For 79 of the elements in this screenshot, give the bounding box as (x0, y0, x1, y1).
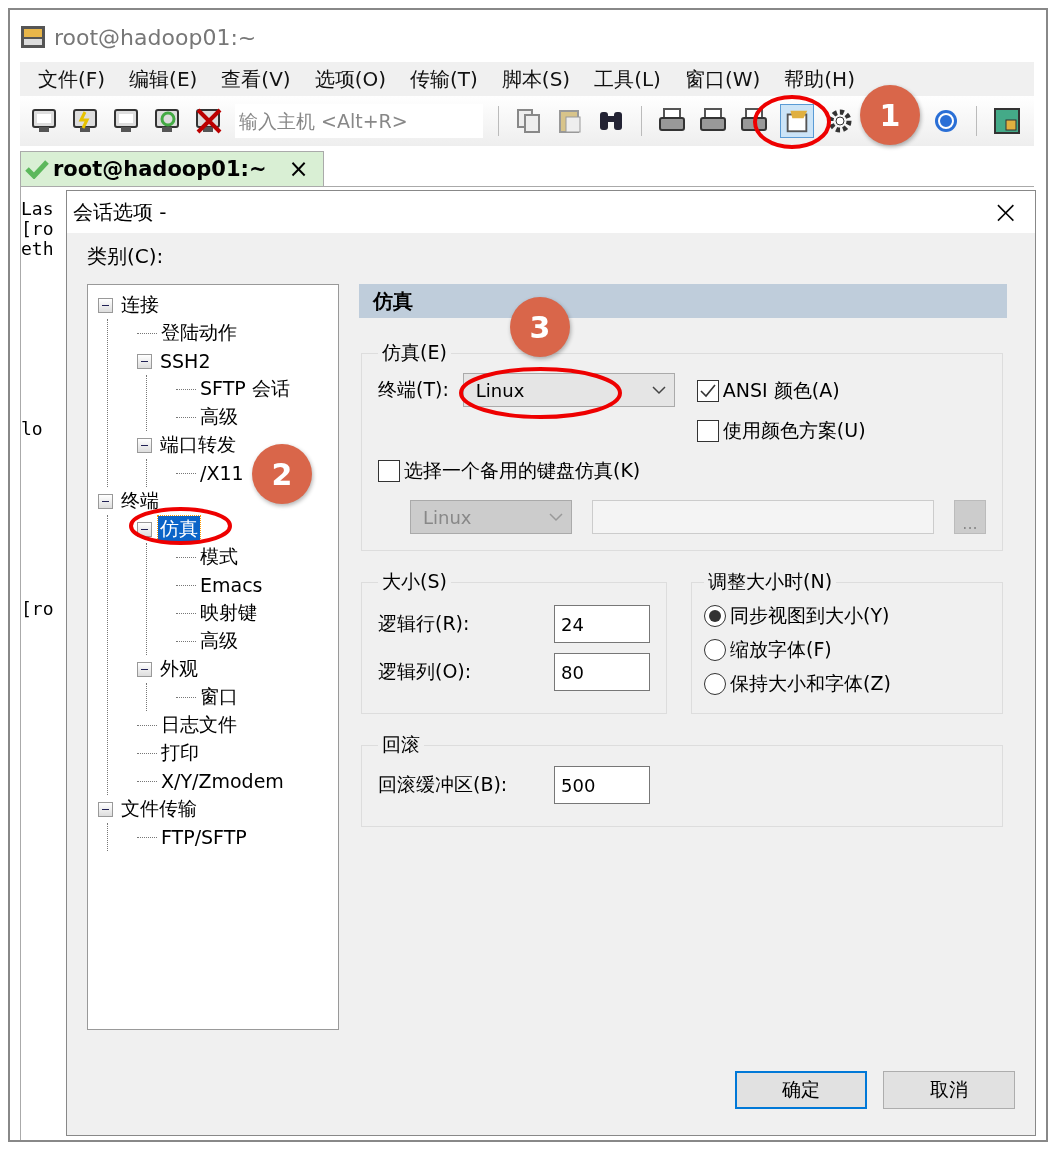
close-button[interactable]: × (992, 193, 1019, 231)
tree-item[interactable]: 终端 (119, 488, 161, 514)
tree-item[interactable]: 登陆动作 (159, 320, 239, 346)
tree-item[interactable]: 高级 (198, 628, 240, 654)
tree-item[interactable]: 映射键 (198, 600, 259, 626)
field-label: 回滚缓冲区(B): (378, 772, 508, 797)
tree-item[interactable]: 仿真 (158, 516, 200, 542)
radio-label: 缩放字体(F) (730, 637, 832, 662)
window-title: root@hadoop01:~ (54, 24, 257, 50)
group-label: 回滚 (381, 732, 421, 757)
field-label: 逻辑行(R): (378, 611, 470, 636)
checkbox[interactable] (696, 380, 719, 402)
ok-button[interactable]: 确定 (735, 1071, 867, 1109)
menu-item[interactable]: 编辑(E) (129, 65, 198, 93)
tree-item[interactable]: 高级 (198, 404, 240, 430)
tree-item[interactable]: 文件传输 (119, 796, 199, 822)
collapse-toggle[interactable] (98, 297, 113, 313)
terminal-line: [ro (21, 219, 54, 239)
close-tab-button[interactable]: × (288, 155, 309, 183)
tree-item[interactable]: 连接 (119, 292, 161, 318)
group-label: 仿真(E) (381, 340, 448, 365)
tree-item[interactable]: 打印 (159, 740, 201, 766)
checkmark-icon (25, 159, 49, 179)
menu-item[interactable]: 窗口(W) (684, 65, 761, 93)
number-field[interactable]: 80 (554, 653, 650, 691)
radio-button[interactable] (704, 673, 726, 695)
dialog-title: 会话选项 - (73, 198, 167, 226)
radio-label: 保持大小和字体(Z) (730, 671, 891, 696)
number-field[interactable]: 500 (554, 766, 650, 804)
session-tab[interactable]: root@hadoop01:~ × (20, 151, 324, 186)
terminal-line: lo (21, 419, 43, 439)
collapse-toggle[interactable] (137, 437, 152, 453)
disconnect-icon[interactable] (194, 106, 224, 136)
checkbox-label: 使用颜色方案(U) (722, 418, 866, 443)
tree-item[interactable]: SSH2 (158, 350, 213, 372)
chevron-down-icon (651, 385, 666, 395)
tree-item[interactable]: 模式 (198, 544, 240, 570)
tree-item[interactable]: 窗口 (198, 684, 240, 710)
collapse-toggle[interactable] (98, 493, 113, 509)
collapse-toggle[interactable] (137, 353, 152, 369)
number-field[interactable]: 24 (554, 605, 650, 643)
session-options-button[interactable] (780, 104, 814, 138)
menu-item[interactable]: 查看(V) (221, 65, 291, 93)
menu-item[interactable]: 传输(T) (410, 65, 478, 93)
tree-item[interactable]: FTP/SFTP (159, 826, 249, 848)
cancel-button[interactable]: 取消 (883, 1071, 1015, 1109)
field-label: 终端(T): (378, 377, 449, 402)
collapse-toggle[interactable] (98, 801, 113, 817)
terminal-line: [ro (21, 599, 54, 619)
checkbox[interactable] (696, 420, 719, 442)
menu-item[interactable]: 选项(O) (314, 65, 386, 93)
checkbox-label: 选择一个备用的键盘仿真(K) (404, 458, 641, 483)
tree-item[interactable]: 端口转发 (158, 432, 238, 458)
menu-item[interactable]: 脚本(S) (501, 65, 571, 93)
menu-item[interactable]: 工具(L) (594, 65, 661, 93)
tree-item[interactable]: Emacs (198, 574, 265, 596)
category-label: 类别(C): (87, 243, 165, 270)
terminal-dropdown[interactable]: Linux (462, 373, 675, 407)
tree-item[interactable]: X/Y/Zmodem (159, 770, 286, 792)
group-label: 调整大小时(N) (707, 569, 834, 594)
tree-item[interactable]: 外观 (158, 656, 200, 682)
terminal-line: Las (21, 199, 54, 219)
radio-label: 同步视图到大小(Y) (730, 603, 890, 628)
group-label: 大小(S) (381, 569, 448, 594)
menu-item[interactable]: 帮助(H) (784, 65, 855, 93)
chevron-down-icon (549, 512, 563, 522)
checkbox-label: ANSI 颜色(A) (722, 378, 840, 403)
radio-button[interactable] (704, 605, 726, 627)
collapse-toggle[interactable] (137, 661, 152, 677)
tree-item[interactable]: 日志文件 (159, 712, 239, 738)
tree-item[interactable]: SFTP 会话 (198, 376, 292, 402)
terminal-line: eth (21, 239, 54, 259)
field-label: 逻辑列(O): (378, 659, 472, 684)
radio-button[interactable] (704, 639, 726, 661)
app-icon (20, 25, 46, 49)
tree-item[interactable]: /X11 (198, 462, 246, 484)
host-input[interactable]: 输入主机 <Alt+R> (235, 104, 483, 138)
menu-item[interactable]: 文件(F) (38, 65, 106, 93)
checkbox[interactable] (378, 460, 400, 482)
